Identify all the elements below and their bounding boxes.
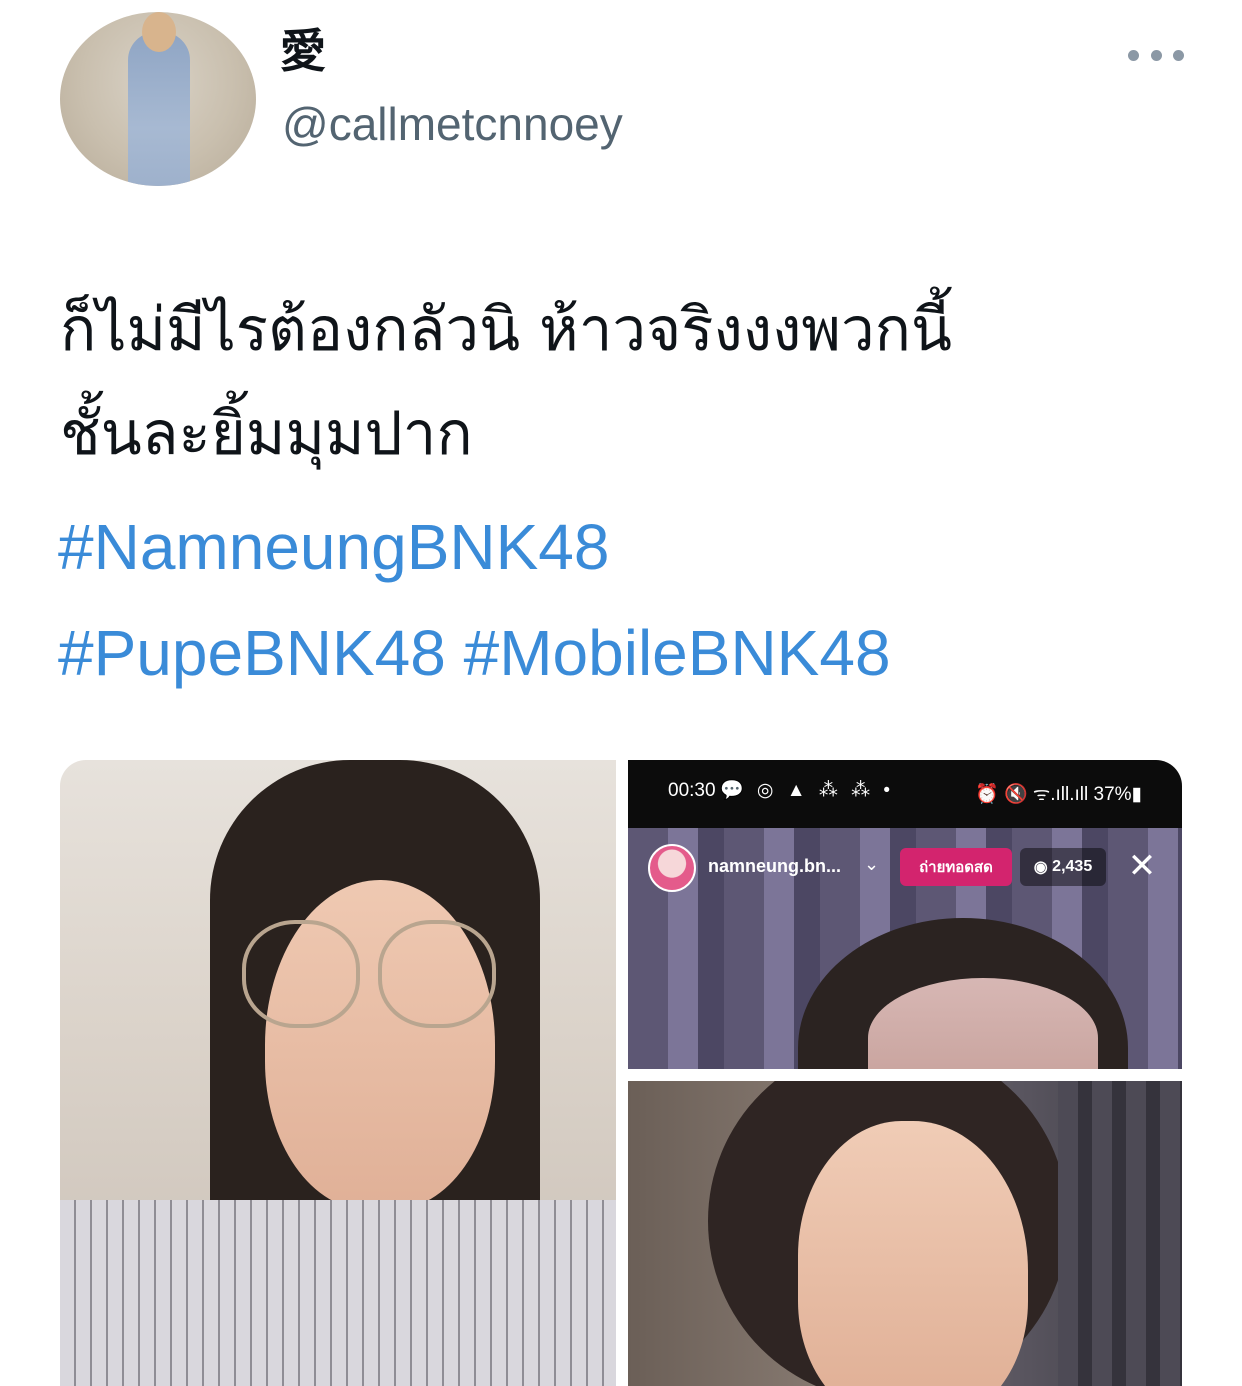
hashtag-list: #NamneungBNK48 #PupeBNK48 #MobileBNK48 [58, 494, 1198, 706]
hashtag-link[interactable]: #MobileBNK48 [464, 617, 891, 689]
media-photo-left[interactable] [60, 760, 616, 1386]
live-video-frame: namneung.bn... ⌄ ถ่ายทอดสด ◉ 2,435 ✕ [628, 828, 1182, 1069]
live-user-avatar [648, 844, 696, 892]
hashtag-row: #NamneungBNK48 [58, 494, 1198, 600]
photo-glasses [378, 920, 496, 1028]
photo-glasses [242, 920, 360, 1028]
photo-shirt [60, 1200, 616, 1386]
hashtag-row: #PupeBNK48 #MobileBNK48 [58, 600, 1198, 706]
status-notification-icons: 💬 ◎ ▲ ⁂ ⁂ • [720, 780, 895, 801]
live-username: namneung.bn... [708, 856, 841, 876]
chevron-down-icon: ⌄ [864, 854, 880, 875]
more-dot [1173, 49, 1184, 61]
tweet-text-line: ก็ไม่มีไรต้องกลัวนิ ห้าวจริงงงพวกนี้ [60, 295, 952, 365]
viewer-count: 2,435 [1052, 858, 1093, 875]
status-system-icons: ⏰ 🔇 ᯤ.ıll.ıll 37%▮ [975, 784, 1142, 805]
status-time: 00:30 [668, 780, 716, 801]
eye-icon: ◉ [1033, 859, 1053, 876]
avatar-figure [128, 32, 190, 186]
hashtag-link[interactable]: #PupeBNK48 [58, 617, 446, 689]
author-display-name[interactable]: 愛 [280, 22, 326, 80]
live-header-bar: namneung.bn... ⌄ ถ่ายทอดสด ◉ 2,435 ✕ [628, 828, 1182, 908]
author-avatar[interactable] [60, 12, 256, 186]
avatar-head [142, 12, 176, 52]
live-badge: ถ่ายทอดสด [900, 848, 1012, 886]
more-dot [1128, 49, 1139, 61]
close-icon: ✕ [1127, 846, 1157, 886]
author-handle[interactable]: @callmetcnnoey [282, 94, 623, 154]
media-photo-bottom-right[interactable] [628, 1081, 1182, 1386]
hashtag-link[interactable]: #NamneungBNK48 [58, 511, 609, 583]
viewer-count-badge: ◉ 2,435 [1020, 848, 1106, 886]
more-options-icon[interactable] [1128, 40, 1184, 70]
more-dot [1150, 49, 1162, 61]
tweet-text-line: ชั้นละยิ้มมุมปาก [60, 399, 473, 469]
phone-status-bar: 00:30 💬 ◎ ▲ ⁂ ⁂ • ⏰ 🔇 ᯤ.ıll.ıll 37%▮ [628, 760, 1182, 826]
media-photo-top-right[interactable]: 00:30 💬 ◎ ▲ ⁂ ⁂ • ⏰ 🔇 ᯤ.ıll.ıll 37%▮ nam… [628, 760, 1182, 1069]
photo-curtain [1058, 1081, 1182, 1386]
tweet-text: ก็ไม่มีไรต้องกลัวนิ ห้าวจริงงงพวกนี้ ชั้… [60, 278, 1190, 486]
